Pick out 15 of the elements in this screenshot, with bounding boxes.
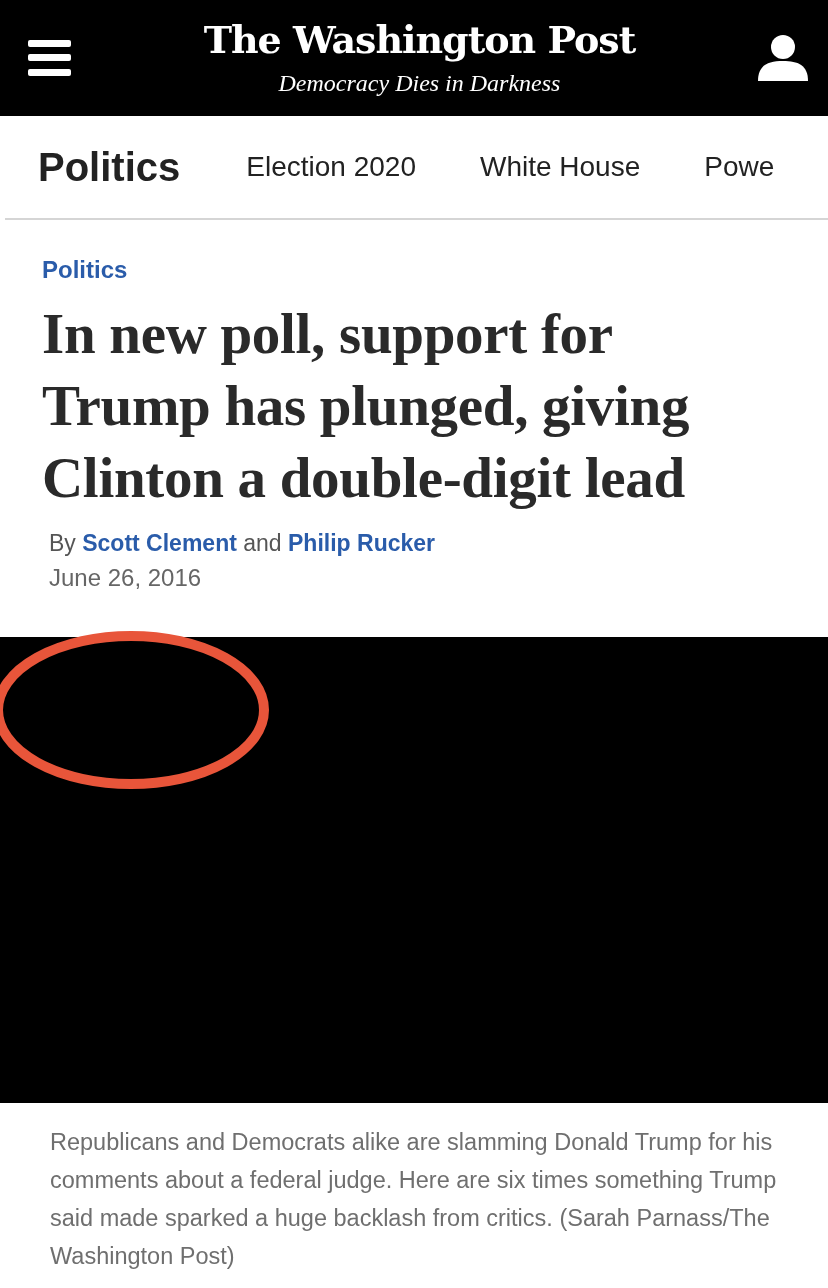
author-link[interactable]: Scott Clement	[82, 530, 237, 556]
site-tagline: Democracy Dies in Darkness	[278, 69, 561, 98]
nav-link[interactable]: Powe	[704, 151, 775, 183]
section-title[interactable]: Politics	[38, 144, 181, 190]
video-caption: Republicans and Democrats alike are slamming Donald Trump for his comments about a federal judge. Here are six times something Trump said made sparked a huge backlash from critics. (Sarah Parnass/The Washington Post)	[49, 1128, 778, 1271]
nav-link[interactable]: White House	[479, 151, 641, 183]
article-headline: In new poll, support for Trump has plunged, giving Clinton a double-digit lead	[42, 301, 691, 511]
article-kicker[interactable]: Politics	[42, 256, 788, 284]
nav-link[interactable]: Election 2020	[246, 151, 416, 183]
publish-date: June 26, 2016	[49, 563, 203, 593]
user-icon[interactable]	[758, 35, 808, 81]
menu-icon[interactable]	[28, 40, 71, 76]
author-link[interactable]: Philip Rucker	[288, 530, 435, 556]
byline: By Scott Clement and Philip Rucker	[49, 529, 436, 558]
site-logo[interactable]: The Washington Post	[203, 18, 636, 62]
